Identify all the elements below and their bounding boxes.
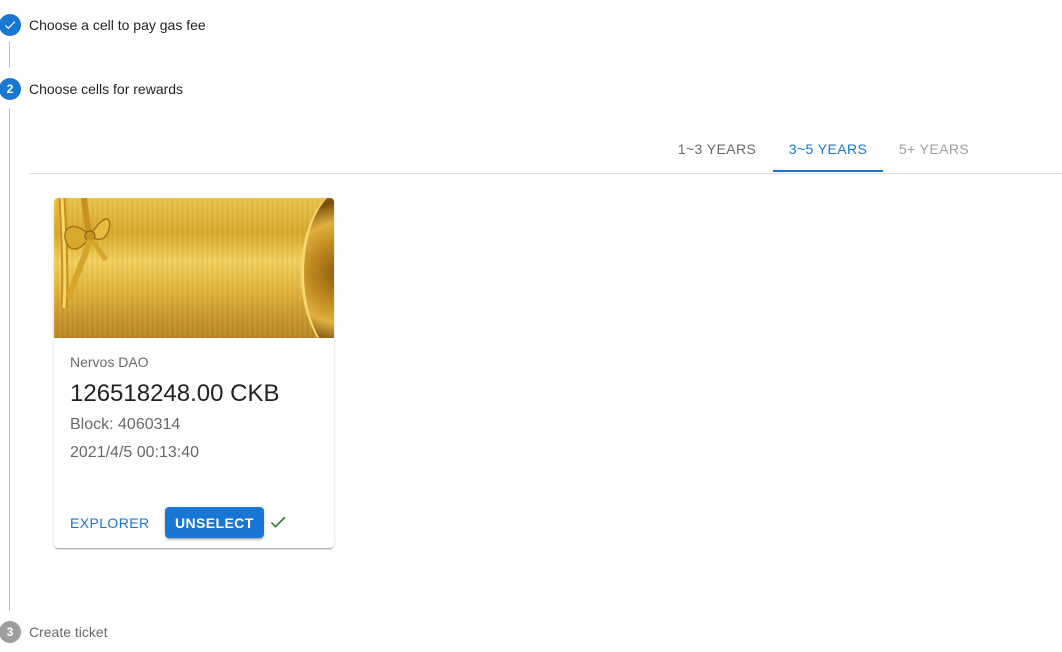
tab-5-plus-years: 5+ YEARS [898,141,970,157]
step-1-check-icon [0,14,21,36]
tab-indicator [773,170,883,172]
explorer-button[interactable]: EXPLORER [62,508,157,538]
step-connector [9,42,10,68]
gold-card-image [54,198,334,338]
step-3-number-icon: 3 [0,621,21,643]
selected-check-icon [270,516,286,528]
ribbon-bow-icon [58,198,111,309]
step-3-label: Create ticket [29,624,108,640]
step-content-connector [9,108,10,611]
tab-1-3-years[interactable]: 1~3 YEARS [662,127,772,171]
step-2-number-icon: 2 [0,78,21,100]
year-range-tabs: 1~3 YEARS 3~5 YEARS 5+ YEARS [29,127,1062,174]
step-1-label: Choose a cell to pay gas fee [29,17,206,33]
unselect-button[interactable]: UNSELECT [165,507,264,538]
step-2-label: Choose cells for rewards [29,81,184,97]
cell-timestamp: 2021/4/5 00:13:40 [70,444,200,461]
card-content: Nervos DAO 126518248.00 CKB Block: 40603… [70,354,318,461]
cell-amount: 126518248.00 CKB [70,380,280,407]
tab-3-5-years[interactable]: 3~5 YEARS [773,127,883,171]
cell-card: Nervos DAO 126518248.00 CKB Block: 40603… [54,198,334,548]
cell-block-number: Block: 4060314 [70,416,181,433]
cell-type-label: Nervos DAO [70,354,149,370]
check-icon [4,21,16,30]
